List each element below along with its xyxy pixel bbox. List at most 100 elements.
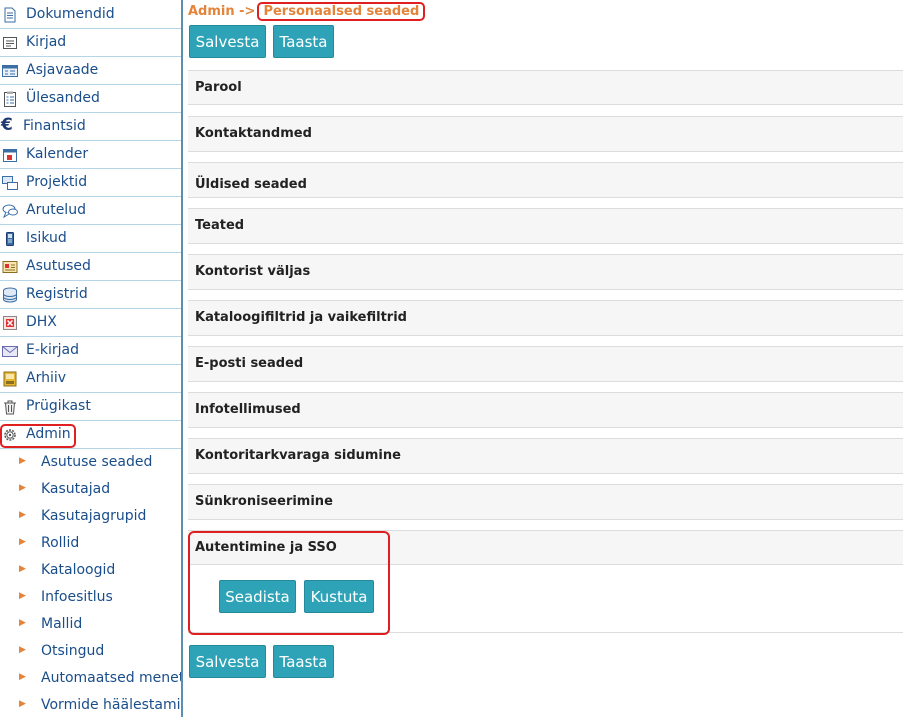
sidebar-item-label: Admin (26, 426, 71, 442)
sidebar-item-projektid[interactable]: Projektid (0, 170, 181, 197)
sidebar-item-label: DHX (26, 314, 57, 330)
section-kataloogifiltrid[interactable]: Kataloogifiltrid ja vaikefiltrid (188, 300, 903, 336)
breadcrumb-current: Personaalsed seaded (257, 2, 426, 21)
sidebar-subitem-label: Kasutajagrupid (41, 508, 147, 524)
section-title: Infotellimused (195, 402, 301, 417)
sidebar-item-asjavaade[interactable]: Asjavaade (0, 58, 181, 85)
dhx-icon (3, 316, 17, 330)
sidebar-subitem-label: Infoesitlus (41, 589, 113, 605)
sidebar-item-kalender[interactable]: Kalender (0, 142, 181, 169)
section-infotellimused[interactable]: Infotellimused (188, 392, 903, 428)
section-title: Teated (195, 218, 245, 233)
section-sunkroniseerimine[interactable]: Sünkroniseerimine (188, 484, 903, 520)
section-e-posti-seaded[interactable]: E-posti seaded (188, 346, 903, 382)
section-uldised-seaded[interactable]: Üldised seaded (188, 162, 903, 198)
gear-icon (4, 429, 16, 441)
section-title: Sünkroniseerimine (195, 494, 333, 509)
sidebar-subitem-asutuse-seaded[interactable]: ▶ Asutuse seaded (0, 450, 181, 477)
sidebar-item-isikud[interactable]: Isikud (0, 226, 181, 253)
section-title: Kataloogifiltrid ja vaikefiltrid (195, 310, 407, 325)
document-icon (4, 7, 16, 23)
sidebar-subitem-automaatsed-menetlused[interactable]: ▶ Automaatsed menetlused (0, 666, 181, 693)
chevron-right-icon: ▶ (19, 618, 26, 628)
chevron-right-icon: ▶ (19, 537, 26, 547)
sidebar-item-label: Arhiiv (26, 370, 67, 386)
save-button-bottom[interactable]: Salvesta (189, 645, 266, 678)
sidebar-item-kirjad[interactable]: Kirjad (0, 30, 181, 57)
sidebar-subitem-label: Kasutajad (41, 481, 111, 497)
section-kontorist-valjas[interactable]: Kontorist väljas (188, 254, 903, 290)
sidebar-subitem-label: Mallid (41, 616, 83, 632)
restore-button-bottom[interactable]: Taasta (273, 645, 334, 678)
person-icon (6, 232, 14, 246)
breadcrumb-separator: -> (239, 4, 256, 19)
sidebar-subitem-label: Otsingud (41, 643, 105, 659)
section-parool[interactable]: Parool (188, 70, 903, 105)
breadcrumb: Admin -> Personaalsed seaded (188, 2, 426, 21)
sidebar-subitem-kataloogid[interactable]: ▶ Kataloogid (0, 558, 181, 585)
sidebar: Dokumendid Kirjad Asjavaade Ülesanded € … (0, 0, 183, 717)
restore-button[interactable]: Taasta (273, 25, 334, 58)
section-title: E-posti seaded (195, 356, 304, 371)
sidebar-subitem-label: Vormide häälestamine (41, 697, 183, 713)
sidebar-item-label: Kalender (26, 146, 89, 162)
sidebar-item-e-kirjad[interactable]: E-kirjad (0, 338, 181, 365)
sidebar-subitem-kasutajad[interactable]: ▶ Kasutajad (0, 477, 181, 504)
sidebar-item-prugikast[interactable]: Prügikast (0, 394, 181, 421)
sidebar-item-label: E-kirjad (26, 342, 80, 358)
sidebar-item-dhx[interactable]: DHX (0, 310, 181, 337)
archive-icon (3, 371, 17, 387)
letter-icon (3, 37, 17, 49)
sidebar-item-label: Prügikast (26, 398, 91, 414)
sidebar-subitem-label: Rollid (41, 535, 80, 551)
email-icon (2, 346, 18, 357)
section-kontaktandmed[interactable]: Kontaktandmed (188, 116, 903, 152)
chevron-right-icon: ▶ (19, 483, 26, 493)
sidebar-item-label: Asutused (26, 258, 91, 274)
sidebar-subitem-kasutajagrupid[interactable]: ▶ Kasutajagrupid (0, 504, 181, 531)
sidebar-item-label: Asjavaade (26, 62, 99, 78)
save-button[interactable]: Salvesta (189, 25, 266, 58)
tasks-icon (4, 91, 16, 107)
chevron-right-icon: ▶ (19, 699, 26, 709)
section-title: Kontaktandmed (195, 126, 312, 141)
section-teated[interactable]: Teated (188, 208, 903, 244)
sidebar-subitem-vormide-haalestamine[interactable]: ▶ Vormide häälestamine (0, 693, 181, 717)
calendar-icon (3, 149, 17, 162)
sidebar-item-asutused[interactable]: Asutused (0, 254, 181, 281)
sidebar-item-label: Registrid (26, 286, 88, 302)
sidebar-item-label: Finantsid (23, 118, 86, 134)
sidebar-item-admin[interactable]: Admin (0, 422, 181, 449)
sidebar-item-label: Isikud (26, 230, 67, 246)
breadcrumb-parent-link[interactable]: Admin (188, 4, 235, 19)
delete-button[interactable]: Kustuta (304, 580, 374, 613)
sidebar-subitem-otsingud[interactable]: ▶ Otsingud (0, 639, 181, 666)
sidebar-item-label: Kirjad (26, 34, 67, 50)
discussion-icon (2, 204, 18, 219)
section-title: Autentimine ja SSO (195, 540, 337, 555)
chevron-right-icon: ▶ (19, 564, 26, 574)
sidebar-item-arutelud[interactable]: Arutelud (0, 198, 181, 225)
sidebar-item-dokumendid[interactable]: Dokumendid (0, 2, 181, 29)
sidebar-item-arhiiv[interactable]: Arhiiv (0, 366, 181, 393)
sidebar-item-finantsid[interactable]: € Finantsid (0, 114, 181, 141)
sidebar-subitem-infoesitlus[interactable]: ▶ Infoesitlus (0, 585, 181, 612)
section-kontoritarkvaraga-sidumine[interactable]: Kontoritarkvaraga sidumine (188, 438, 903, 474)
section-autentimine-ja-sso[interactable]: Autentimine ja SSO (188, 530, 903, 565)
sidebar-subitem-mallid[interactable]: ▶ Mallid (0, 612, 181, 639)
setup-button[interactable]: Seadista (219, 580, 296, 613)
trash-icon (4, 400, 16, 415)
sidebar-item-label: Dokumendid (26, 6, 115, 22)
chevron-right-icon: ▶ (19, 510, 26, 520)
auth-section-body: Seadista Kustuta (188, 565, 903, 633)
sidebar-subitem-rollid[interactable]: ▶ Rollid (0, 531, 181, 558)
sidebar-subitem-label: Automaatsed menetlused (41, 670, 183, 686)
sidebar-item-registrid[interactable]: Registrid (0, 282, 181, 309)
sidebar-item-ulesanded[interactable]: Ülesanded (0, 86, 181, 113)
main-content: Admin -> Personaalsed seaded Salvesta Taa… (188, 0, 903, 717)
sidebar-item-label: Projektid (26, 174, 88, 190)
institution-icon (2, 261, 18, 273)
section-title: Kontoritarkvaraga sidumine (195, 448, 401, 463)
sidebar-item-label: Arutelud (26, 202, 86, 218)
euro-icon: € (1, 115, 13, 135)
